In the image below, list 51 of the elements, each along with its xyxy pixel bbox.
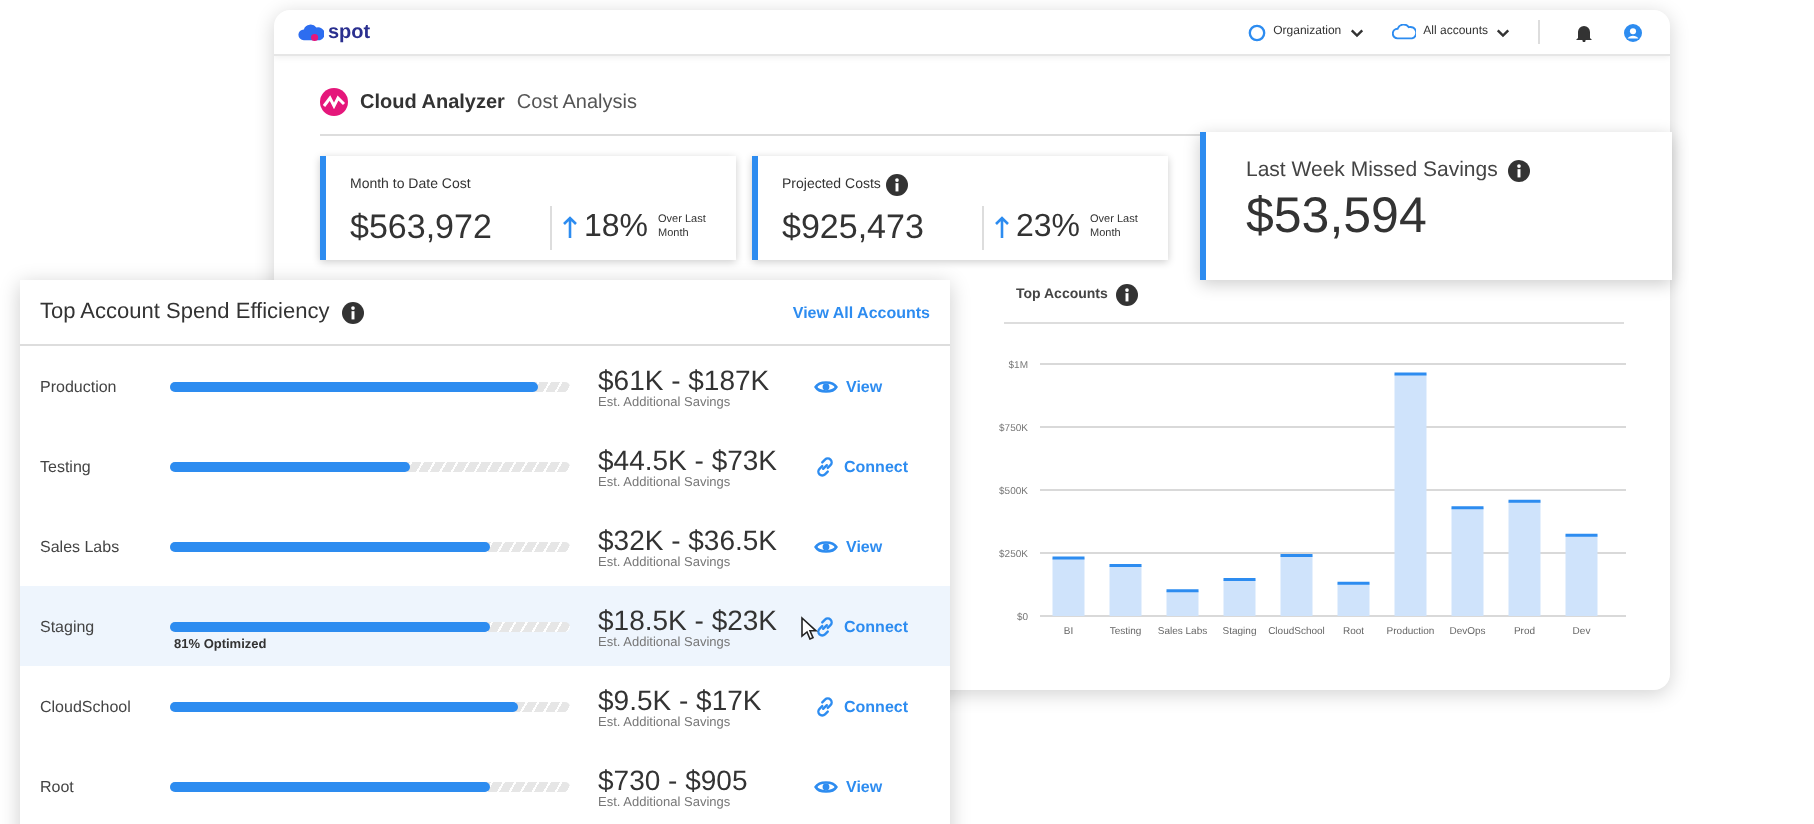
chart-bar: [1450, 506, 1485, 618]
kpi-value: $925,473: [782, 208, 926, 248]
logo-text: spot: [328, 21, 371, 43]
chart-bar: [1564, 533, 1599, 618]
user-icon: [1624, 23, 1642, 41]
info-icon: [1507, 159, 1530, 181]
account-name: Root: [40, 777, 76, 795]
arrow-up-icon: [994, 216, 1010, 240]
account-name: Testing: [40, 457, 93, 475]
eye-icon: [814, 377, 838, 395]
account-name: Sales Labs: [40, 537, 122, 555]
cloud-logo-icon: [298, 23, 324, 41]
analyzer-logo-icon: [320, 88, 348, 116]
savings-range: $32K - $36.5K: [598, 523, 778, 555]
chevron-down-icon: [1349, 27, 1364, 37]
savings-range: $44.5K - $73K: [598, 443, 778, 475]
cloud-icon: [1391, 24, 1416, 40]
eye-icon: [814, 537, 838, 555]
chart-bar: [1222, 577, 1257, 618]
account-name: CloudSchool: [40, 697, 133, 715]
link-icon: [814, 695, 836, 717]
info-icon: [341, 301, 364, 323]
info-icon: [1115, 284, 1138, 306]
chart-bar: [1336, 581, 1371, 618]
arrow-up-icon: [562, 216, 578, 240]
kpi-change: 18%: [584, 210, 649, 246]
account-name: Production: [40, 377, 119, 395]
kpi-value: $563,972: [350, 208, 494, 248]
circle-icon: [1247, 23, 1266, 41]
chart-bar: [1507, 499, 1542, 618]
chevron-down-icon: [1496, 27, 1510, 37]
bell-icon: [1576, 23, 1592, 41]
link-icon: [814, 455, 836, 477]
card-title: Top Account Spend Efficiency: [40, 300, 330, 324]
chart-bar: [1165, 589, 1200, 618]
missed-savings-label: Last Week Missed Savings: [1246, 158, 1498, 182]
cursor-icon: [800, 616, 818, 640]
link-icon: [814, 615, 836, 637]
product-title: Cloud Analyzer: [360, 91, 505, 113]
savings-range: $730 - $905: [598, 763, 748, 795]
savings-range: $61K - $187K: [598, 363, 770, 395]
missed-savings-value: $53,594: [1246, 188, 1429, 246]
kpi-change: 23%: [1016, 210, 1081, 246]
chart-bar: [1279, 554, 1314, 618]
chart-bar: [1051, 556, 1086, 618]
chart-bar: [1108, 564, 1143, 618]
savings-range: $18.5K - $23K: [598, 603, 778, 635]
savings-range: $9.5K - $17K: [598, 683, 762, 715]
eye-icon: [814, 777, 838, 795]
page-title: Cost Analysis: [516, 91, 637, 113]
account-name: Staging: [40, 617, 97, 635]
